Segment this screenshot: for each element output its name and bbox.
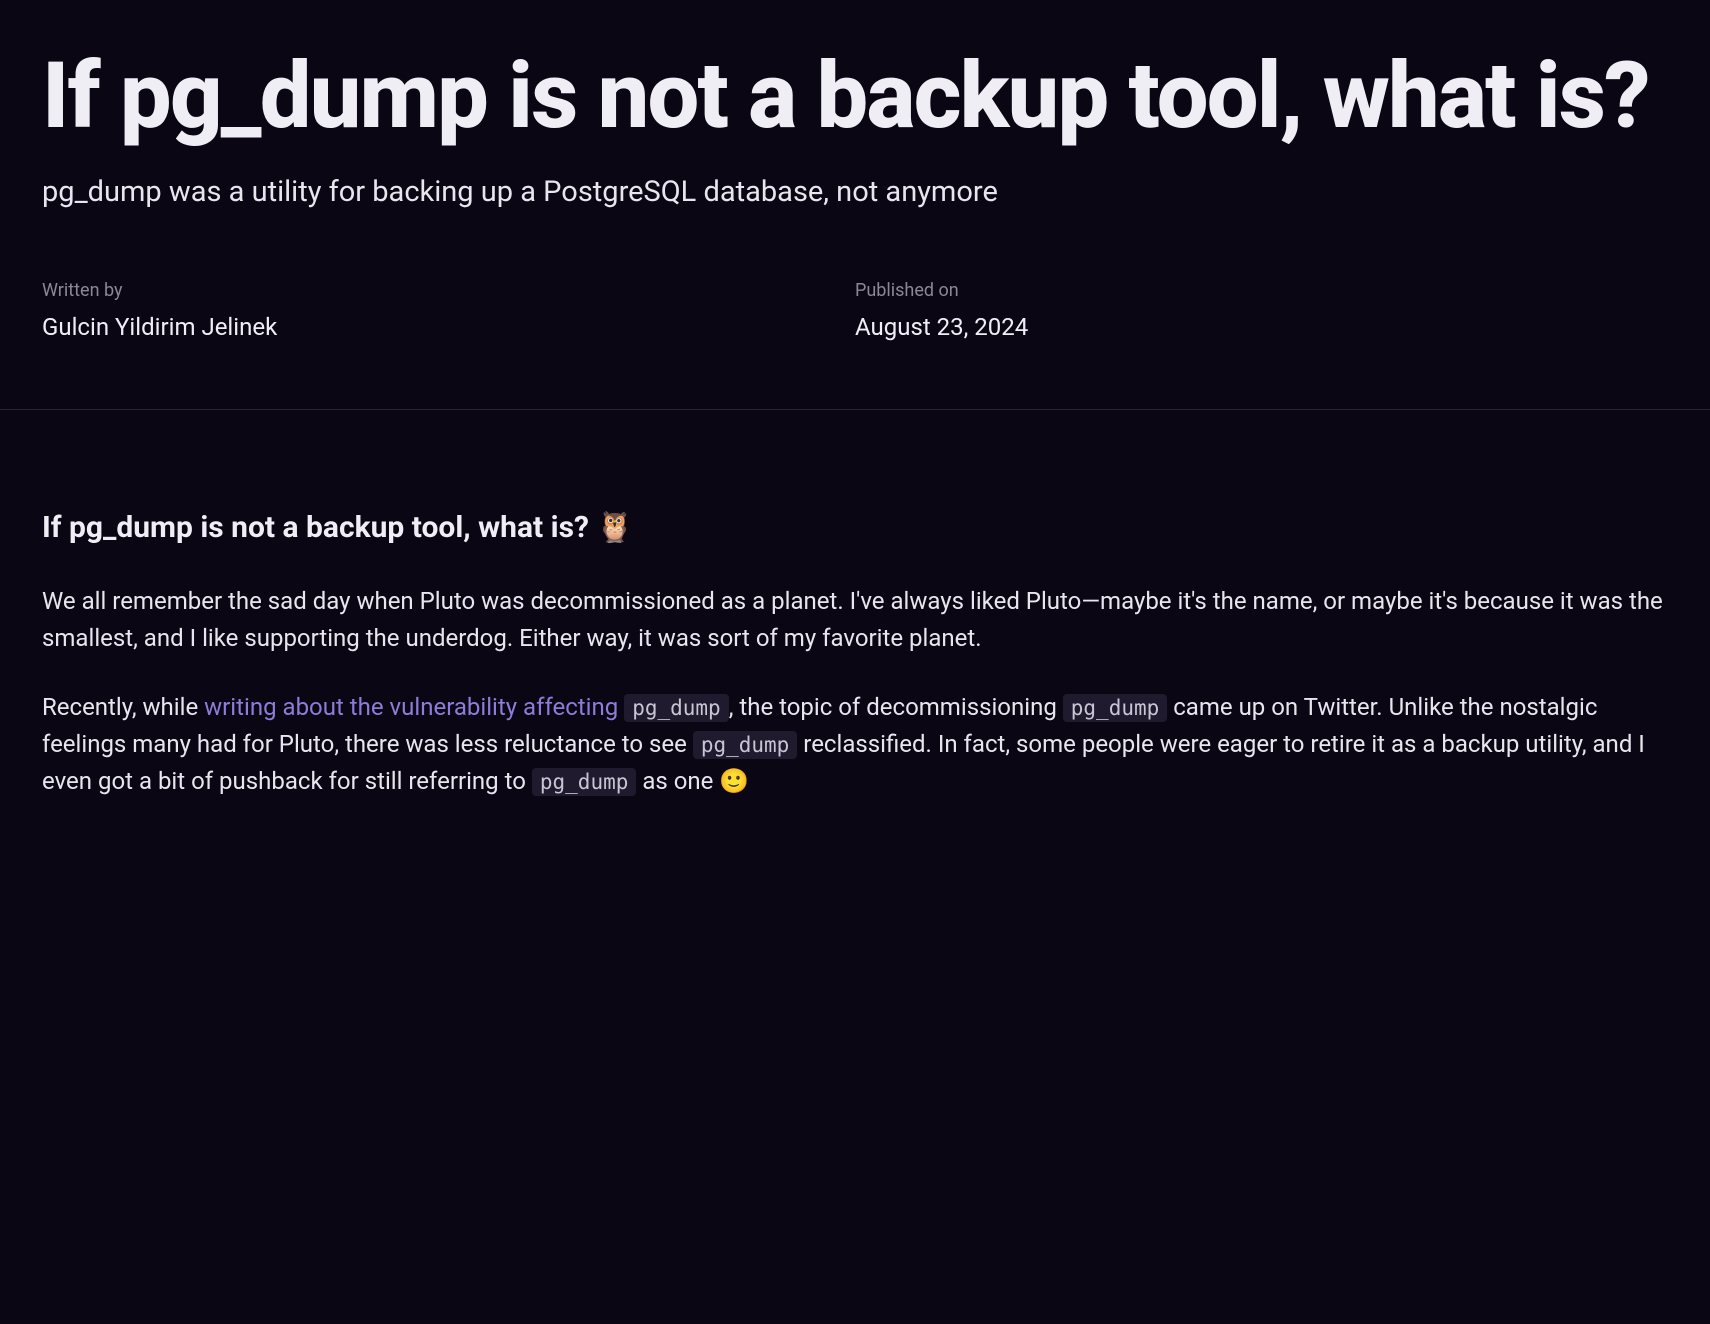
author-name: Gulcin Yildirim Jelinek	[42, 313, 855, 341]
published-block: Published on August 23, 2024	[855, 280, 1668, 341]
article-subtitle: pg_dump was a utility for backing up a P…	[42, 174, 1668, 212]
paragraph-1: We all remember the sad day when Pluto w…	[42, 583, 1668, 657]
code-inline: pg_dump	[624, 694, 729, 722]
code-inline: pg_dump	[693, 731, 798, 759]
text-span: Recently, while	[42, 693, 204, 721]
published-on-label: Published on	[855, 280, 1668, 301]
article-title: If pg_dump is not a backup tool, what is…	[42, 50, 1668, 144]
vulnerability-link[interactable]: writing about the vulnerability affectin…	[204, 693, 729, 721]
author-block: Written by Gulcin Yildirim Jelinek	[42, 280, 855, 341]
paragraph-2: Recently, while writing about the vulner…	[42, 689, 1668, 801]
link-text: writing about the vulnerability affectin…	[204, 693, 624, 721]
article-meta: Written by Gulcin Yildirim Jelinek Publi…	[42, 280, 1668, 341]
publish-date: August 23, 2024	[855, 313, 1668, 341]
text-span: as one 🙂	[636, 767, 749, 795]
code-inline: pg_dump	[1063, 694, 1168, 722]
section-heading: If pg_dump is not a backup tool, what is…	[42, 510, 1668, 545]
code-inline: pg_dump	[532, 768, 637, 796]
text-span: , the topic of decommissioning	[729, 693, 1063, 721]
written-by-label: Written by	[42, 280, 855, 301]
